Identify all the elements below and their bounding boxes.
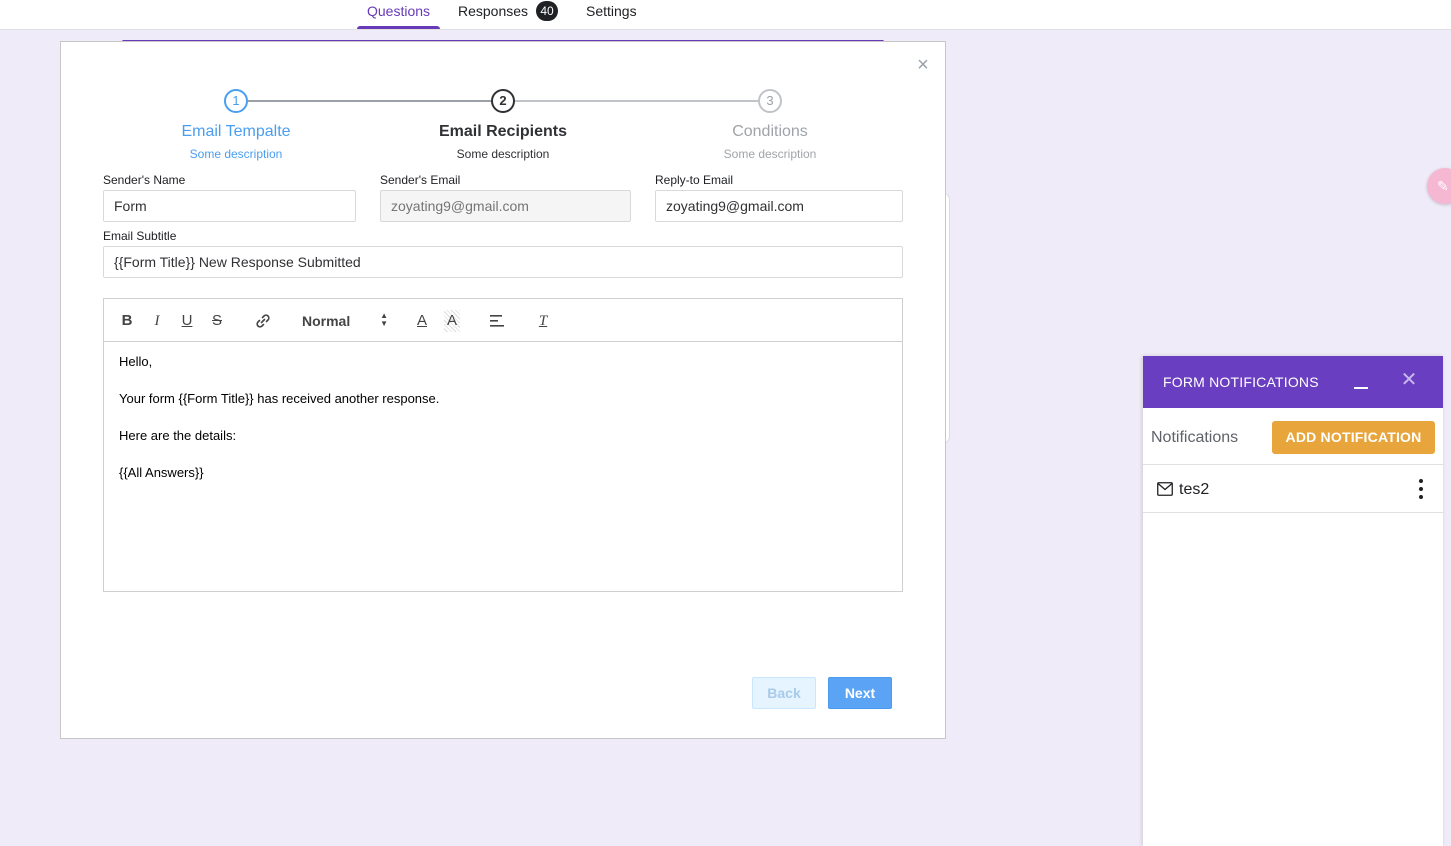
panel-title: FORM NOTIFICATIONS xyxy=(1163,374,1319,390)
step-number: 2 xyxy=(491,89,515,113)
step-description: Some description xyxy=(456,147,550,161)
email-subtitle-label: Email Subtitle xyxy=(103,229,177,243)
panel-subheader: Notifications ADD NOTIFICATION xyxy=(1143,408,1443,465)
tab-responses[interactable]: Responses 40 xyxy=(458,0,559,29)
tab-questions[interactable]: Questions xyxy=(356,0,441,29)
background-color-icon[interactable]: A xyxy=(444,310,460,332)
email-subtitle-input[interactable] xyxy=(103,246,903,278)
sender-email-input xyxy=(380,190,631,222)
top-tab-bar: Questions Responses 40 Settings xyxy=(0,0,1451,30)
more-vert-icon[interactable] xyxy=(1413,478,1429,500)
step-number: 3 xyxy=(758,89,782,113)
underline-icon[interactable]: U xyxy=(179,310,195,332)
step-email-recipients[interactable]: 2 Email Recipients Some description xyxy=(413,89,593,161)
next-button[interactable]: Next xyxy=(828,677,892,709)
select-arrows-icon: ▲ ▼ xyxy=(380,311,388,328)
clear-format-icon[interactable]: T xyxy=(534,310,552,332)
step-description: Some description xyxy=(189,147,283,161)
step-title: Conditions xyxy=(732,123,808,140)
sender-name-label: Sender's Name xyxy=(103,173,186,187)
font-size-select[interactable]: Normal ▲ ▼ xyxy=(302,310,388,332)
list-item[interactable]: tes2 xyxy=(1143,465,1443,513)
floating-helper-button[interactable]: ✎ xyxy=(1427,168,1451,204)
editor-line: {{All Answers}} xyxy=(119,465,204,480)
italic-icon[interactable]: I xyxy=(149,310,165,332)
editor-line: Here are the details: xyxy=(119,428,237,443)
editor-content[interactable]: Hello, Your form {{Form Title}} has rece… xyxy=(104,342,902,514)
responses-count-badge: 40 xyxy=(536,1,559,21)
sender-name-input[interactable] xyxy=(103,190,356,222)
step-conditions[interactable]: 3 Conditions Some description xyxy=(680,89,860,161)
reply-to-input[interactable] xyxy=(655,190,903,222)
editor-line: Hello, xyxy=(119,354,153,369)
notifications-label: Notifications xyxy=(1151,429,1239,446)
editor-line: Your form {{Form Title}} has received an… xyxy=(119,391,440,406)
step-number: 1 xyxy=(224,89,248,113)
notification-name: tes2 xyxy=(1179,481,1210,498)
form-notifications-panel: FORM NOTIFICATIONS ✕ Notifications ADD N… xyxy=(1143,356,1443,846)
align-icon[interactable] xyxy=(488,310,506,332)
add-notification-button[interactable]: ADD NOTIFICATION xyxy=(1272,421,1435,454)
text-color-icon[interactable]: A xyxy=(414,310,430,332)
bold-icon[interactable]: B xyxy=(119,310,135,332)
tab-responses-label: Responses xyxy=(458,3,529,19)
sender-email-label: Sender's Email xyxy=(380,173,461,187)
back-button[interactable]: Back xyxy=(752,677,816,709)
step-description: Some description xyxy=(723,147,817,161)
font-size-value: Normal xyxy=(302,313,351,329)
close-icon[interactable]: ✕ xyxy=(1399,370,1419,390)
modal-close-icon[interactable]: × xyxy=(914,54,932,76)
mail-icon xyxy=(1157,482,1173,496)
step-title: Email Recipients xyxy=(438,123,568,140)
reply-to-label: Reply-to Email xyxy=(655,173,734,187)
step-email-template[interactable]: 1 Email Tempalte Some description xyxy=(146,89,326,161)
rich-text-editor: B I U S Normal ▲ ▼ A A T Hello, Your for… xyxy=(103,298,903,592)
link-icon[interactable] xyxy=(253,310,273,332)
minimize-icon[interactable] xyxy=(1353,376,1369,392)
editor-toolbar: B I U S Normal ▲ ▼ A A T xyxy=(104,299,902,342)
email-template-modal: × 1 Email Tempalte Some description 2 Em… xyxy=(60,41,946,739)
helper-icon: ✎ xyxy=(1437,178,1449,194)
tab-settings[interactable]: Settings xyxy=(586,0,637,29)
panel-header: FORM NOTIFICATIONS ✕ xyxy=(1143,356,1443,408)
strikethrough-icon[interactable]: S xyxy=(209,310,225,332)
step-title: Email Tempalte xyxy=(181,123,291,140)
